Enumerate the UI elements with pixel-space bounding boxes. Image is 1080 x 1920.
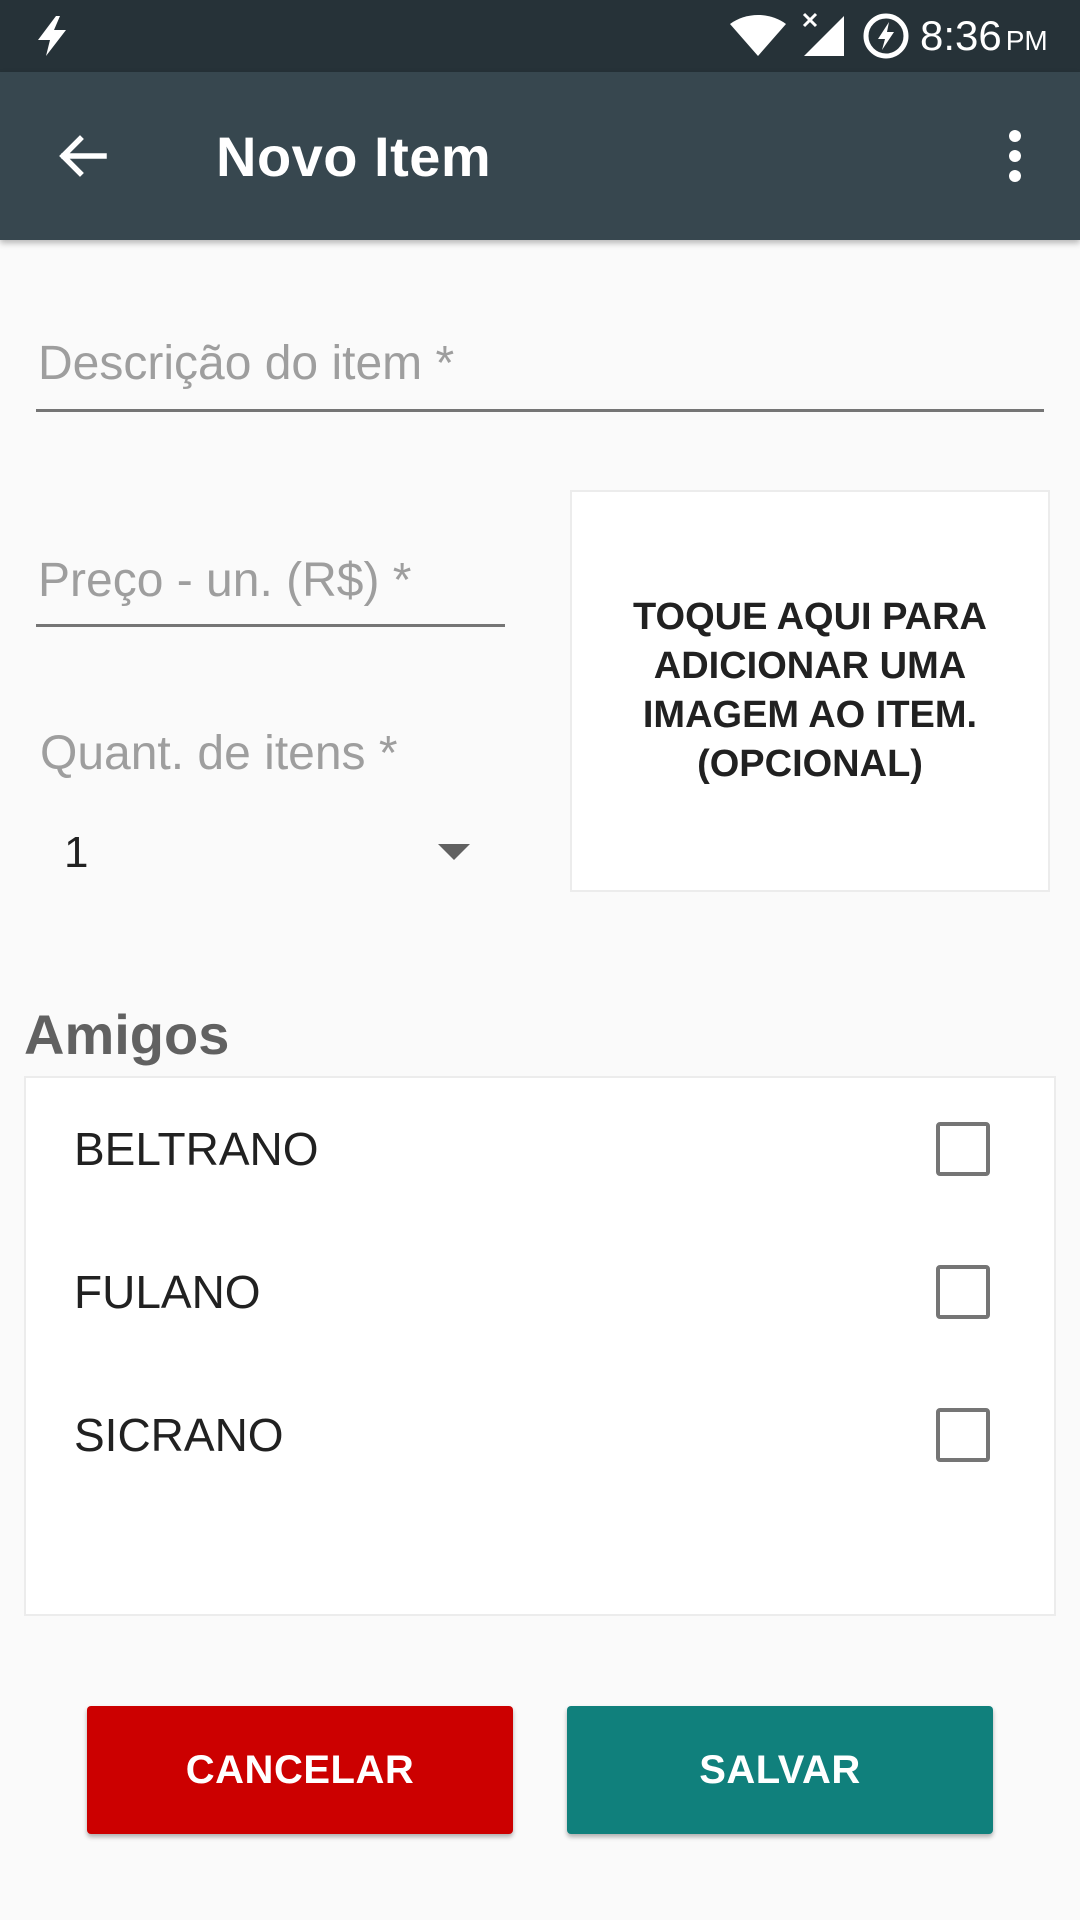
friends-list: BELTRANO FULANO SICRANO bbox=[24, 1076, 1056, 1616]
back-button[interactable] bbox=[44, 118, 120, 194]
friend-name: SICRANO bbox=[74, 1409, 284, 1461]
friend-item[interactable]: SICRANO bbox=[26, 1364, 1056, 1506]
quantity-spinner[interactable]: 1 bbox=[40, 810, 470, 894]
arrow-back-icon bbox=[59, 135, 107, 177]
add-image-text: TOQUE AQUI PARA ADICIONAR UMA IMAGEM AO … bbox=[633, 596, 987, 785]
friend-checkbox[interactable] bbox=[936, 1265, 990, 1319]
friend-item[interactable]: FULANO bbox=[26, 1221, 1056, 1363]
wifi-icon bbox=[730, 15, 786, 56]
page-title: Novo Item bbox=[216, 125, 492, 188]
flash-icon bbox=[38, 16, 66, 56]
description-placeholder: Descrição do item * bbox=[38, 337, 455, 390]
quantity-value: 1 bbox=[64, 828, 89, 877]
friend-checkbox[interactable] bbox=[936, 1122, 990, 1176]
friends-title: Amigos bbox=[24, 1003, 230, 1066]
dropdown-arrow-icon bbox=[438, 844, 470, 860]
battery-charging-icon bbox=[863, 13, 909, 59]
cancel-button[interactable]: CANCELAR bbox=[87, 1706, 513, 1834]
quantity-label: Quant. de itens * bbox=[40, 727, 398, 780]
friend-item[interactable]: BELTRANO bbox=[26, 1078, 1056, 1220]
status-bar: 8:36 PM bbox=[0, 0, 1080, 72]
price-underline bbox=[36, 624, 505, 627]
friend-checkbox[interactable] bbox=[936, 1408, 990, 1462]
more-vertical-icon bbox=[1009, 130, 1021, 182]
screen: 8:36 PM Novo Item Descrição do item * Pre… bbox=[0, 0, 1080, 1920]
save-button[interactable]: SALVAR bbox=[567, 1706, 993, 1834]
friend-name: BELTRANO bbox=[74, 1123, 319, 1175]
clock: 8:36 PM bbox=[920, 12, 1048, 59]
description-input[interactable]: Descrição do item * bbox=[36, 330, 1044, 412]
description-underline bbox=[36, 409, 1044, 412]
signal-no-data-icon bbox=[802, 12, 844, 56]
more-options-button[interactable] bbox=[990, 124, 1040, 188]
price-input[interactable]: Preço - un. (R$) * bbox=[36, 545, 505, 627]
add-image-area[interactable]: TOQUE AQUI PARA ADICIONAR UMA IMAGEM AO … bbox=[570, 490, 1050, 892]
price-placeholder: Preço - un. (R$) * bbox=[38, 554, 412, 607]
app-bar: Novo Item bbox=[0, 72, 1080, 240]
friend-name: FULANO bbox=[74, 1266, 261, 1318]
